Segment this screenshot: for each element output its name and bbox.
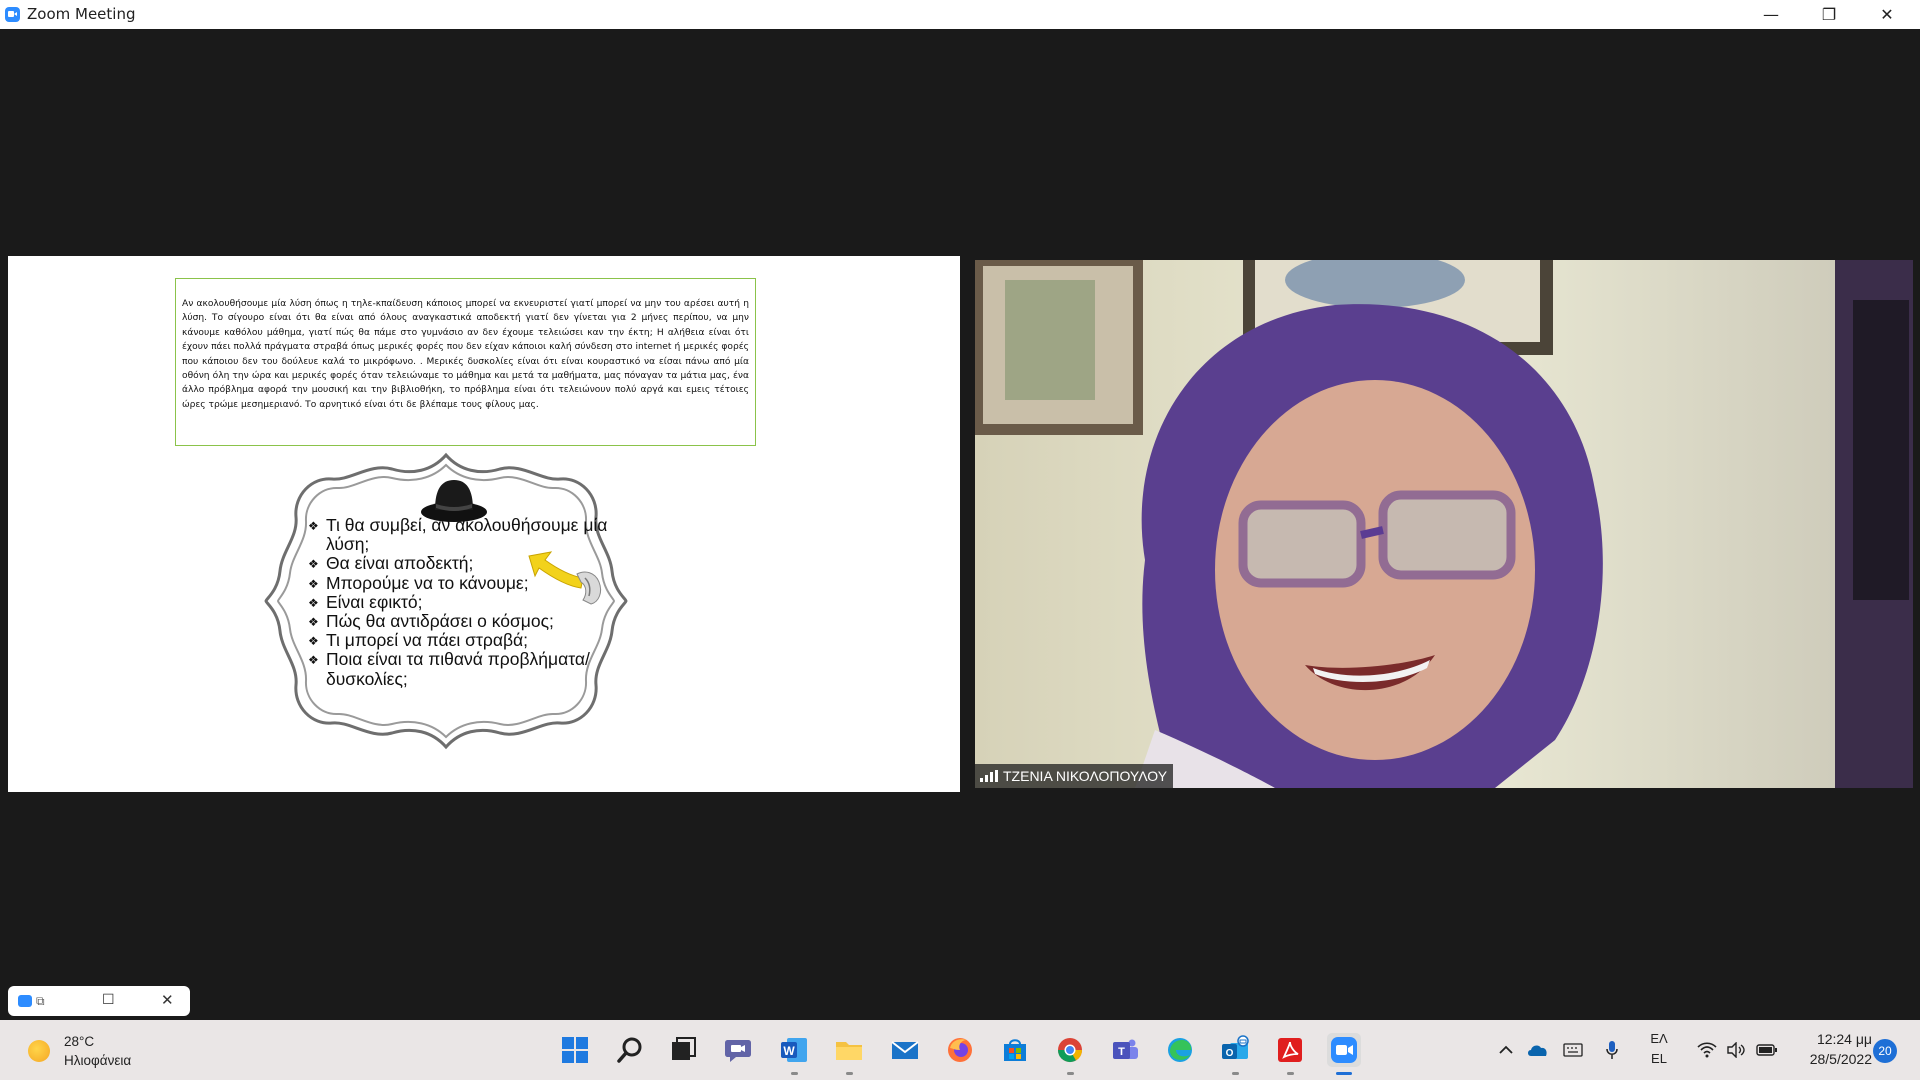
sun-icon: [28, 1040, 50, 1062]
close-button[interactable]: ✕: [1858, 0, 1916, 29]
file-explorer-icon[interactable]: [832, 1033, 866, 1075]
task-view-icon[interactable]: [666, 1033, 700, 1067]
participant-name: ΤΖΕΝΙΑ ΝΙΚΟΛΟΠΟΥΛΟΥ: [1003, 768, 1168, 784]
language-bottom: EL: [1651, 1051, 1667, 1066]
restore-button[interactable]: ❐: [1800, 0, 1858, 29]
participant-name-tag: ΤΖΕΝΙΑ ΝΙΚΟΛΟΠΟΥΛΟΥ: [975, 764, 1174, 788]
edge-icon[interactable]: [1163, 1033, 1197, 1067]
store-icon[interactable]: [998, 1033, 1032, 1067]
microphone-icon[interactable]: [1600, 1020, 1624, 1080]
word-icon[interactable]: W: [777, 1033, 811, 1075]
weather-desc: Ηλιοφάνεια: [64, 1053, 132, 1068]
svg-text:W: W: [783, 1044, 795, 1058]
window-title: Zoom Meeting: [27, 5, 136, 23]
wifi-icon[interactable]: [1695, 1020, 1719, 1080]
list-item: Πώς θα αντιδράσει ο κόσμος;: [308, 611, 618, 632]
teams-icon[interactable]: T: [1108, 1033, 1142, 1067]
maximize-icon[interactable]: ☐: [102, 992, 115, 1008]
pointing-arrow-icon: [528, 551, 602, 605]
svg-text:O: O: [1226, 1048, 1234, 1059]
minimize-button[interactable]: —: [1742, 0, 1800, 29]
onedrive-icon[interactable]: [1522, 1020, 1552, 1080]
svg-text:T: T: [1118, 1046, 1125, 1058]
teams-chat-icon[interactable]: [722, 1033, 756, 1067]
notification-badge[interactable]: 20: [1873, 1039, 1897, 1063]
list-item: Ποια είναι τα πιθανά προβλήματα/δυσκολίε…: [308, 650, 618, 689]
zoom-taskbar-icon[interactable]: [1327, 1033, 1361, 1075]
weather-widget[interactable]: 28°C Ηλιοφάνεια: [28, 1032, 131, 1070]
clock-date: 28/5/2022: [1809, 1051, 1872, 1067]
minimized-video-window[interactable]: ⧉ ☐ ✕: [8, 986, 190, 1016]
zoom-icon: [18, 995, 32, 1007]
clock-time: 12:24 μμ: [1816, 1031, 1872, 1047]
close-icon[interactable]: ✕: [161, 991, 174, 1009]
language-top: ΕΛ: [1650, 1031, 1668, 1046]
search-icon[interactable]: [613, 1033, 647, 1067]
chevron-up-icon[interactable]: [1494, 1020, 1518, 1080]
title-bar: Zoom Meeting — ❐ ✕: [0, 0, 1920, 29]
chrome-icon[interactable]: [1053, 1033, 1087, 1075]
start-icon[interactable]: [558, 1033, 592, 1067]
mail-icon[interactable]: [888, 1033, 922, 1067]
window-switch-icon[interactable]: ⧉: [36, 994, 45, 1009]
volume-icon[interactable]: [1724, 1020, 1748, 1080]
acrobat-icon[interactable]: [1273, 1033, 1307, 1075]
outlook-icon[interactable]: O: [1218, 1033, 1252, 1075]
shared-screen: Αν ακολουθήσουμε μία λύση όπως η τηλε-κπ…: [8, 256, 960, 792]
taskbar: 28°C Ηλιοφάνεια W T O ΕΛ EL 12:24 μμ 28/…: [0, 1020, 1920, 1080]
list-item: Τι μπορεί να πάει στραβά;: [308, 631, 618, 652]
keyboard-icon[interactable]: [1558, 1020, 1588, 1080]
clock[interactable]: 12:24 μμ 28/5/2022: [1790, 1029, 1872, 1069]
slide-paragraph: Αν ακολουθήσουμε μία λύση όπως η τηλε-κπ…: [175, 278, 756, 446]
participant-video[interactable]: ΤΖΕΝΙΑ ΝΙΚΟΛΟΠΟΥΛΟΥ: [975, 260, 1913, 788]
input-language[interactable]: ΕΛ EL: [1647, 1029, 1671, 1069]
signal-strength-icon: [980, 770, 998, 782]
firefox-icon[interactable]: [943, 1033, 977, 1067]
video-frame: [975, 260, 1913, 788]
zoom-app-icon: [5, 7, 20, 22]
weather-temp: 28°C: [64, 1034, 95, 1049]
battery-icon[interactable]: [1754, 1020, 1780, 1080]
